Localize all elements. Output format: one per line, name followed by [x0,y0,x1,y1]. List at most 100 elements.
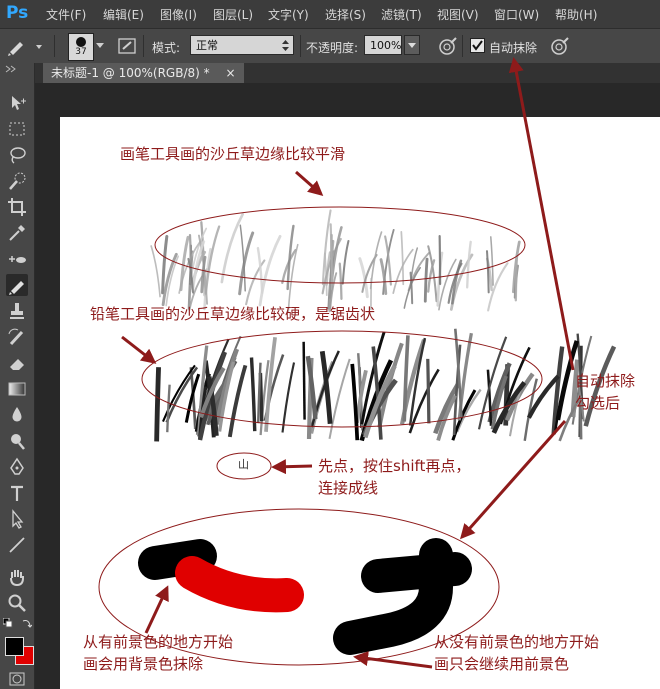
close-tab-icon[interactable]: × [225,66,235,80]
mode-value: 正常 [196,39,218,52]
pencil-tool[interactable] [6,274,28,296]
crop-tool[interactable] [6,196,28,218]
quick-mask-icon[interactable] [9,672,25,686]
hard-grass-stroke [350,363,360,441]
soft-grass-stroke [341,239,350,285]
move-tool[interactable] [6,92,28,114]
brush-panel-icon[interactable] [117,36,137,56]
document-canvas[interactable] [60,117,660,689]
eyedropper-tool[interactable] [6,222,28,244]
pressure-opacity-icon[interactable] [436,36,458,58]
dodge-icon [11,434,25,450]
document-tab[interactable]: 未标题-1 @ 100%(RGB/8) * × [43,63,244,83]
healing-tool[interactable] [6,248,28,270]
default-colors-icon[interactable] [3,618,13,628]
document-tab-strip: 未标题-1 @ 100%(RGB/8) * × [35,63,660,83]
gradient-icon [8,382,26,396]
hard-grass-stroke [154,367,161,442]
lasso-tool[interactable] [6,144,28,166]
soft-grass-stroke [150,245,161,298]
crop-icon [8,198,26,216]
dodge-tool[interactable] [6,430,28,452]
soft-grass-stroke [286,224,295,291]
updown-arrow-icon [282,40,289,51]
hard-grass-stroke [166,384,171,433]
document-title: 未标题-1 @ 100%(RGB/8) * [51,66,210,80]
auto-erase-label[interactable]: 自动抹除 [489,39,537,56]
opacity-input[interactable]: 100% [364,35,402,55]
hard-grass-stroke [281,362,296,433]
eraser-tool[interactable] [6,352,28,374]
soft-grass-stroke [514,254,519,302]
pencil-icon [9,281,24,295]
swap-colors-icon[interactable] [22,618,32,628]
marquee-tool[interactable] [6,118,28,140]
soft-grass-stroke [220,212,245,284]
photoshop-logo: Ps [6,3,29,23]
history-brush-icon [8,328,24,346]
with-foreground-annotation-line1: 从有前景色的地方开始 [83,633,234,651]
hand-tool[interactable] [6,566,28,588]
soft-grass-stroke [466,240,472,289]
menu-window[interactable]: 窗口(W) [494,6,539,23]
opacity-dropdown[interactable] [404,35,420,55]
menu-layer[interactable]: 图层(L) [213,6,253,23]
continued-foreground-stroke [333,538,472,655]
eyedropper-icon [9,225,25,241]
soft-grass-stroke [338,262,343,300]
soft-grass-stroke [400,230,405,286]
line-tool[interactable] [6,534,28,556]
menu-bar: Ps 文件(F) 编辑(E) 图像(I) 图层(L) 文字(Y) 选择(S) 滤… [0,0,660,28]
hard-grass-stroke [249,357,257,432]
click-annotation-line2: 连接成线 [318,479,379,497]
quick-select-tool[interactable] [6,170,28,192]
chevron-down-icon [408,43,416,48]
menu-view[interactable]: 视图(V) [437,6,479,23]
hard-grass-stroke [302,341,306,420]
stamp-icon [10,303,24,319]
brush-annotation: 画笔工具画的沙丘草边缘比较平滑 [120,145,346,163]
foreground-color-swatch[interactable] [5,637,24,656]
without-foreground-annotation-line2: 画只会继续用前景色 [434,655,570,673]
menu-file[interactable]: 文件(F) [46,6,86,23]
path-select-tool[interactable] [6,508,28,530]
hard-grass-stroke [402,335,410,422]
stamp-tool[interactable] [6,300,28,322]
zoom-icon [8,594,26,612]
soft-grass-stroke [329,223,334,291]
gradient-tool[interactable] [6,378,28,400]
brush-size-value: 37 [75,47,87,57]
pressure-size-icon[interactable] [548,36,570,58]
canvas-artwork [98,206,617,666]
click-annotation-line1: 先点，按住shift再点， [318,457,471,475]
collapse-panel-icon[interactable] [4,65,30,73]
pen-tool[interactable] [6,456,28,478]
brush-preset-picker[interactable]: 37 [68,33,94,61]
type-icon [11,485,23,501]
auto-erase-checkbox[interactable] [470,38,485,53]
menu-type[interactable]: 文字(Y) [268,6,309,23]
soft-grass-stroke [485,250,490,294]
auto-erase-annotation-line1: 自动抹除 [575,372,636,390]
background-color-stroke [175,556,304,613]
menu-image[interactable]: 图像(I) [160,6,197,23]
line-icon [9,537,25,553]
blur-tool[interactable] [6,404,28,426]
chevron-down-icon[interactable] [96,43,104,49]
mode-select[interactable]: 正常 [190,35,294,55]
zoom-tool[interactable] [6,592,28,614]
history-brush-tool[interactable] [6,326,28,348]
options-bar: 37 模式: 正常 不透明度: 100% 自动抹除 [0,28,660,64]
menu-help[interactable]: 帮助(H) [555,6,597,23]
tool-preset-pencil-icon[interactable] [6,36,46,56]
menu-select[interactable]: 选择(S) [325,6,366,23]
menu-edit[interactable]: 编辑(E) [103,6,144,23]
marquee-icon [9,122,25,136]
hand-icon [10,570,24,587]
menu-filter[interactable]: 滤镜(T) [381,6,422,23]
soft-grass-stroke [258,234,282,307]
lasso-icon [10,147,26,164]
type-tool[interactable] [6,482,28,504]
opacity-label: 不透明度: [306,41,359,55]
tools-panel [0,63,35,689]
